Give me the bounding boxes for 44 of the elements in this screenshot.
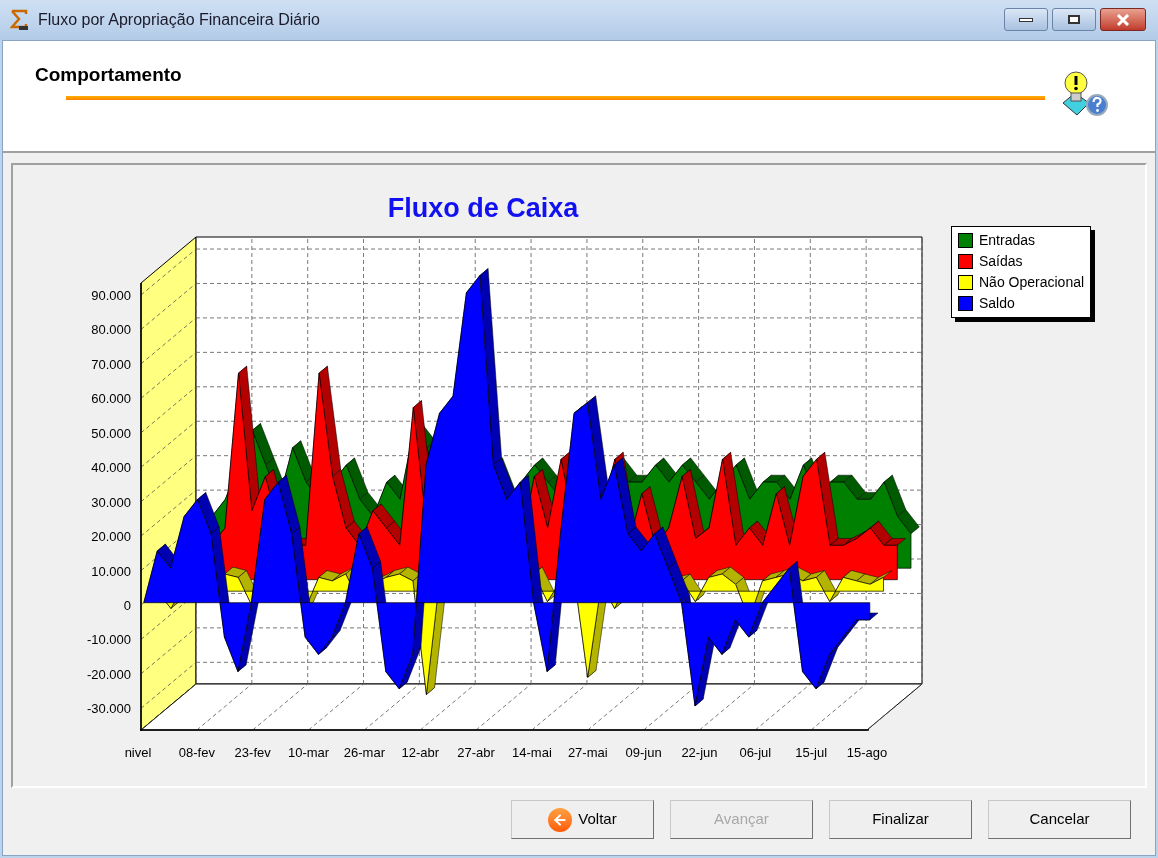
- chart-title: Fluxo de Caixa: [387, 193, 579, 223]
- legend-label: Saídas: [979, 252, 1023, 271]
- x-axis-label: 15-jul: [795, 745, 828, 760]
- legend-label: Não Operacional: [979, 273, 1085, 292]
- minimize-button[interactable]: [1004, 8, 1048, 31]
- y-axis-label: 80.000: [91, 322, 131, 338]
- x-axis-label: 08-fev: [178, 745, 215, 760]
- legend-label: Entradas: [979, 231, 1036, 250]
- y-axis-label: -30.000: [86, 701, 131, 717]
- legend-label: Saldo: [979, 294, 1015, 313]
- y-axis-label: 0: [123, 598, 131, 613]
- x-axis-label: 06-jul: [739, 745, 772, 760]
- y-axis-label: 20.000: [91, 529, 131, 545]
- sigma-icon: [10, 9, 30, 31]
- y-axis-label: 90.000: [91, 288, 131, 304]
- back-button[interactable]: Voltar: [511, 800, 654, 839]
- x-axis-label: 27-abr: [457, 745, 495, 760]
- x-axis-label: 27-mai: [567, 745, 608, 760]
- y-axis-label: 60.000: [91, 391, 131, 407]
- close-button[interactable]: [1100, 8, 1146, 31]
- y-axis-label: 70.000: [91, 356, 131, 372]
- window-title: Fluxo por Apropriação Financeira Diário: [38, 10, 320, 30]
- x-axis-label: 12-abr: [401, 745, 439, 760]
- x-axis-label: nivel: [124, 745, 152, 760]
- header-title: Comportamento: [35, 63, 183, 87]
- y-axis-label: 50.000: [91, 425, 131, 441]
- close-icon: [1116, 13, 1130, 26]
- minimize-icon: [1019, 17, 1033, 22]
- x-axis-label: 23-fev: [234, 745, 271, 760]
- y-axis-label: -20.000: [86, 666, 131, 682]
- x-axis-label: 10-mar: [287, 745, 330, 760]
- maximize-button[interactable]: [1052, 8, 1096, 31]
- y-axis-label: -10.000: [86, 632, 131, 648]
- y-axis-label: 10.000: [91, 563, 131, 579]
- x-axis-label: 09-jun: [625, 745, 662, 760]
- x-axis-label: 14-mai: [512, 745, 552, 760]
- x-axis-label: 15-ago: [846, 745, 888, 760]
- x-axis-label: 22-jun: [681, 745, 718, 760]
- y-axis-label: 30.000: [91, 494, 131, 510]
- maximize-icon: [1068, 15, 1080, 24]
- y-axis-label: 40.000: [91, 460, 131, 476]
- dialog-button[interactable]: Finalizar: [829, 800, 972, 839]
- x-axis-label: 26-mar: [343, 745, 385, 760]
- dialog-button[interactable]: Cancelar: [988, 800, 1131, 839]
